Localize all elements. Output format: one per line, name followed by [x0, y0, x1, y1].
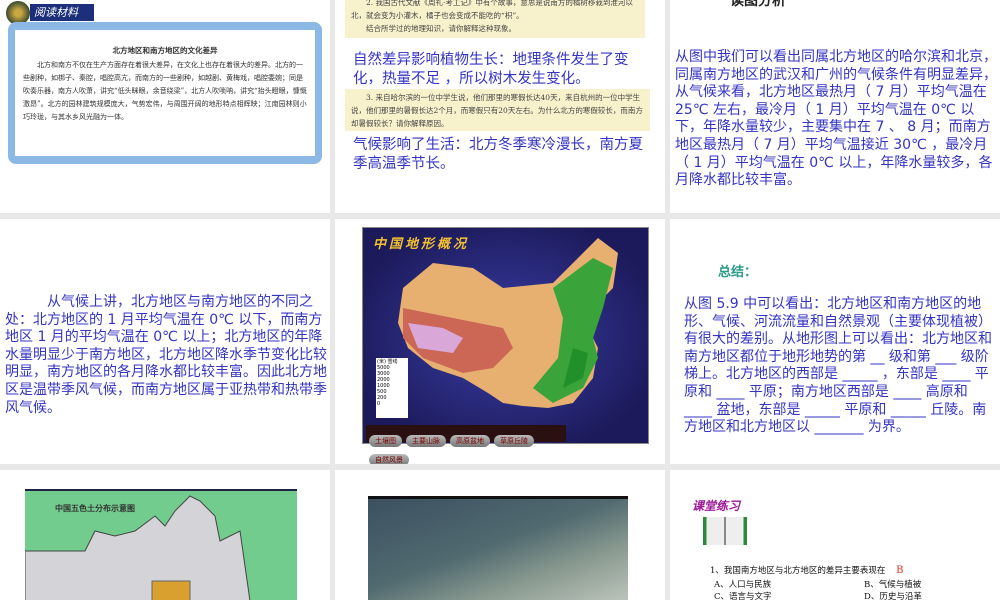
- textbook-question-3: 3. 来自哈尔滨的一位中学生说，他们那里的寒假长达40天，来自杭州的一位中学生说…: [345, 89, 650, 131]
- slide-thumbnail-4[interactable]: 从气候上讲，北方地区与南方地区的不同之处：北方地区的 1 月平均气温在 0℃ 以…: [0, 219, 330, 464]
- slide-thumbnail-6[interactable]: 总结： 从图 5.9 中可以看出：北方地区和南方地区的地形、气候、河流流量和自然…: [670, 219, 1000, 464]
- reading-title: 北方地区和南方地区的文化差异: [112, 46, 218, 55]
- slide-thumbnail-3[interactable]: 读图分析 从图中我们可以看出同属北方地区的哈尔滨和北京，同属南方地区的武汉和广州…: [670, 0, 1000, 213]
- map-button-bar: 土壤图 主要山脉 高原盆地 草原丘陵自然风景: [366, 425, 566, 464]
- answer-label: B: [896, 565, 904, 576]
- slide-thumbnail-7[interactable]: 中国五色土分布示意图: [0, 470, 330, 600]
- textbook-question-2: 2. 我国古代文献《周礼·考工记》中有个故事，意思是说南方的橘树移栽到淮河以北，…: [345, 0, 645, 38]
- mountains-button[interactable]: 主要山脉: [406, 435, 446, 447]
- elevation-legend: (米) 雪线 5000 3000 2000 1000 500 200 0: [376, 358, 408, 418]
- option-d: D、历史与沿革: [864, 592, 922, 600]
- soil-map-button[interactable]: 土壤图: [369, 435, 402, 447]
- option-b: B、气候与植被: [864, 580, 922, 590]
- slide-thumbnail-8[interactable]: [335, 470, 665, 600]
- climate-comparison-text: 从气候上讲，北方地区与南方地区的不同之处：北方地区的 1 月平均气温在 0℃ 以…: [5, 294, 327, 416]
- map-title: 中国地形概况: [373, 237, 470, 252]
- rice-terrace-photo: [368, 496, 628, 600]
- slide-thumbnail-1[interactable]: 阅读材料 北方地区和南方地区的文化差异 北方和南方不仅在生产方面存在着很大差异，…: [0, 0, 330, 213]
- slide-thumbnail-5[interactable]: 中国地形概况 (米) 雪线 5000 3000 2000 1000 500 200 0 土壤…: [335, 219, 665, 464]
- option-c: C、语言与文字: [714, 592, 772, 600]
- summary-text: 从图 5.9 中可以看出：北方地区和南方地区的地形、气候、河流流量和自然景观（主…: [684, 296, 992, 436]
- terrain-map-image: 中国地形概况 (米) 雪线 5000 3000 2000 1000 500 200 0 土壤…: [362, 227, 649, 464]
- book-icon: [703, 517, 747, 545]
- scenery-button[interactable]: 自然风景: [369, 454, 409, 464]
- summary-title: 总结：: [718, 265, 758, 280]
- practice-title: 课堂练习: [692, 499, 741, 513]
- answer-3: 气候影响了生活：北方冬季寒冷漫长，南方夏季高温季节长。: [353, 137, 643, 172]
- slide-thumbnail-9[interactable]: 课堂练习 1、我国南方地区与北方地区的差异主要表现在 B A、人口与民族 B、气候…: [670, 470, 1000, 600]
- answer-2: 自然差异影响植物生长：地理条件发生了变化，热量不足 ，所以树木发生变化。: [353, 52, 629, 87]
- soil-map-title: 中国五色土分布示意图: [55, 504, 135, 513]
- hills-button[interactable]: 草原丘陵: [494, 435, 534, 447]
- plateaus-button[interactable]: 高原盆地: [450, 435, 490, 447]
- reading-box: 北方地区和南方地区的文化差异 北方和南方不仅在生产方面存在着很大差异，在文化上也…: [8, 22, 322, 164]
- reading-banner: 阅读材料: [30, 4, 94, 21]
- slide-thumbnail-2[interactable]: 2. 我国古代文献《周礼·考工记》中有个故事，意思是说南方的橘树移栽到淮河以北，…: [335, 0, 665, 213]
- question-1: 1、我国南方地区与北方地区的差异主要表现在 B A、人口与民族 B、气候与植被 C…: [710, 565, 922, 600]
- slide-title: 读图分析: [730, 0, 786, 9]
- climate-analysis-text: 从图中我们可以看出同属北方地区的哈尔滨和北京，同属南方地区的武汉和广州的气候条件…: [675, 49, 997, 189]
- option-a: A、人口与民族: [714, 580, 772, 590]
- soil-map-image: 中国五色土分布示意图: [25, 489, 297, 600]
- reading-body: 北方和南方不仅在生产方面存在着很大差异，在文化上也存在着很大的差异。北方的一些剧…: [23, 61, 307, 121]
